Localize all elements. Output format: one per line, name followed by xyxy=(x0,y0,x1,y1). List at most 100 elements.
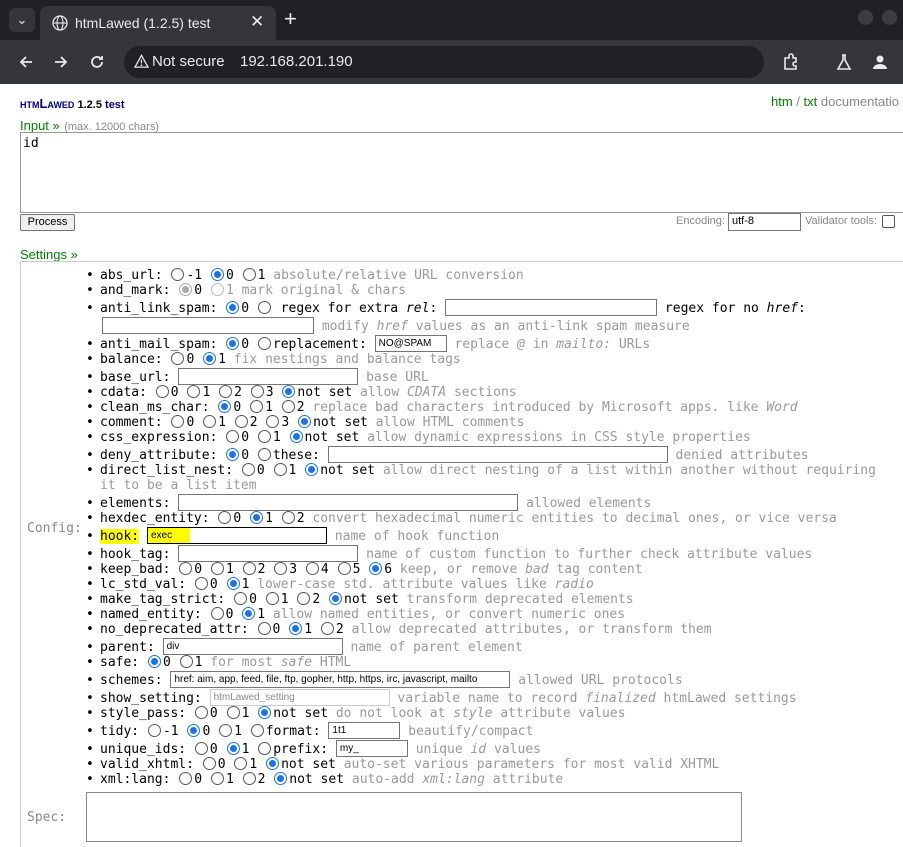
direct-list-nest-radio-1[interactable] xyxy=(273,463,287,476)
warning-icon[interactable] xyxy=(134,54,149,69)
address-bar[interactable]: Not secure 192.168.201.190 xyxy=(124,46,764,78)
hexdec-entity-radio-0[interactable] xyxy=(218,511,232,524)
tab-search-button[interactable]: ⌄ xyxy=(9,8,35,32)
documentation-link[interactable]: documentatio xyxy=(821,94,899,109)
valid-xhtml-radio-1[interactable] xyxy=(234,757,248,770)
browser-tab[interactable]: htmLawed (1.2.5) test ✕ xyxy=(40,6,276,40)
make-tag-strict-radio-1[interactable] xyxy=(265,592,279,605)
no-deprecated-attr-radio-1[interactable] xyxy=(289,622,303,635)
xml-lang-radio-0[interactable] xyxy=(179,772,193,785)
css-expression-radio-notset[interactable] xyxy=(289,430,303,443)
forward-icon[interactable] xyxy=(51,52,71,72)
hook-tag-input[interactable] xyxy=(178,545,359,562)
new-tab-button[interactable]: + xyxy=(284,6,297,32)
htm-link[interactable]: htm xyxy=(771,94,793,109)
no-deprecated-attr-radio-2[interactable] xyxy=(320,622,334,635)
safe-radio-0[interactable] xyxy=(147,655,161,668)
cdata-radio-notset[interactable] xyxy=(282,385,296,398)
unique-ids-radio-prefix[interactable] xyxy=(258,742,272,755)
cdata-radio-2[interactable] xyxy=(219,385,233,398)
anti-mail-spam-radio-0[interactable] xyxy=(226,337,240,350)
direct-list-nest-radio-0[interactable] xyxy=(241,463,255,476)
process-button[interactable]: Process xyxy=(20,214,75,231)
lc-std-val-radio-1[interactable] xyxy=(226,577,240,590)
hook-input[interactable]: exec xyxy=(146,527,327,544)
xml-lang-radio-1[interactable] xyxy=(210,772,224,785)
valid-xhtml-radio-0[interactable] xyxy=(202,757,216,770)
make-tag-strict-radio-notset[interactable] xyxy=(329,592,343,605)
back-icon[interactable] xyxy=(16,52,36,72)
unique-ids-radio-0[interactable] xyxy=(194,742,208,755)
keep-bad-radio-3[interactable] xyxy=(274,562,288,575)
settings-label[interactable]: Settings » xyxy=(20,247,78,262)
anti-link-spam-radio-0[interactable] xyxy=(226,301,240,314)
and-mark-radio-1[interactable] xyxy=(210,283,224,296)
xml-lang-radio-2[interactable] xyxy=(242,772,256,785)
hexdec-entity-radio-2[interactable] xyxy=(281,511,295,524)
tidy-radio-1[interactable] xyxy=(219,724,233,737)
comment-radio-notset[interactable] xyxy=(298,415,312,428)
abs-url-radio-1[interactable] xyxy=(242,268,256,281)
make-tag-strict-radio-2[interactable] xyxy=(297,592,311,605)
css-expression-radio-0[interactable] xyxy=(226,430,240,443)
anti-mail-spam-radio-replacement[interactable] xyxy=(257,337,271,350)
balance-radio-1[interactable] xyxy=(203,352,217,365)
tidy-radio-0[interactable] xyxy=(187,724,201,737)
unique-ids-radio-1[interactable] xyxy=(226,742,240,755)
profile-icon[interactable] xyxy=(870,52,890,72)
schemes-input[interactable]: href: aim, app, feed, file, ftp, gopher,… xyxy=(170,671,511,688)
labs-flask-icon[interactable] xyxy=(834,52,854,72)
safe-radio-1[interactable] xyxy=(179,655,193,668)
close-tab-icon[interactable]: ✕ xyxy=(250,12,264,32)
balance-radio-0[interactable] xyxy=(171,352,185,365)
validator-checkbox[interactable] xyxy=(882,215,895,228)
show-setting-input[interactable]: htmLawed_setting xyxy=(209,689,390,706)
and-mark-radio-0[interactable] xyxy=(179,283,193,296)
style-pass-radio-0[interactable] xyxy=(194,706,208,719)
no-deprecated-attr-radio-0[interactable] xyxy=(257,622,271,635)
clean-ms-char-radio-1[interactable] xyxy=(250,400,264,413)
clean-ms-char-radio-2[interactable] xyxy=(281,400,295,413)
base-url-input[interactable] xyxy=(178,368,359,385)
deny-attribute-radio-0[interactable] xyxy=(226,448,240,461)
maximize-button[interactable] xyxy=(882,10,897,25)
tidy-radio-minus1[interactable] xyxy=(147,724,161,737)
comment-radio-1[interactable] xyxy=(203,415,217,428)
valid-xhtml-radio-notset[interactable] xyxy=(266,757,280,770)
keep-bad-radio-6[interactable] xyxy=(369,562,383,575)
extensions-icon[interactable] xyxy=(781,52,801,72)
cdata-radio-1[interactable] xyxy=(187,385,201,398)
input-label[interactable]: Input » xyxy=(20,118,60,133)
keep-bad-radio-2[interactable] xyxy=(242,562,256,575)
url-text[interactable]: 192.168.201.190 xyxy=(240,53,353,70)
direct-list-nest-radio-notset[interactable] xyxy=(305,463,319,476)
cdata-radio-3[interactable] xyxy=(250,385,264,398)
lc-std-val-radio-0[interactable] xyxy=(194,577,208,590)
named-entity-radio-0[interactable] xyxy=(210,607,224,620)
comment-radio-0[interactable] xyxy=(171,415,185,428)
deny-attribute-input[interactable] xyxy=(327,446,668,463)
spec-textarea[interactable] xyxy=(86,792,742,842)
clean-ms-char-radio-0[interactable] xyxy=(218,400,232,413)
css-expression-radio-1[interactable] xyxy=(257,430,271,443)
txt-link[interactable]: txt xyxy=(804,94,818,109)
comment-radio-2[interactable] xyxy=(234,415,248,428)
keep-bad-radio-5[interactable] xyxy=(337,562,351,575)
xml-lang-radio-notset[interactable] xyxy=(274,772,288,785)
parent-input[interactable]: div xyxy=(162,638,343,655)
comment-radio-3[interactable] xyxy=(266,415,280,428)
style-pass-radio-1[interactable] xyxy=(226,706,240,719)
reload-icon[interactable] xyxy=(87,52,107,72)
tidy-format-input[interactable]: 1t1 xyxy=(328,722,401,739)
named-entity-radio-1[interactable] xyxy=(242,607,256,620)
no-href-regex-input[interactable] xyxy=(102,317,314,334)
input-textarea[interactable]: id xyxy=(20,132,903,213)
encoding-input[interactable]: utf-8 xyxy=(728,213,801,231)
elements-input[interactable] xyxy=(178,494,519,511)
cdata-radio-0[interactable] xyxy=(155,385,169,398)
mail-replacement-input[interactable]: NO@SPAM xyxy=(374,335,447,352)
anti-link-spam-radio-regex[interactable] xyxy=(257,301,271,314)
deny-attribute-radio-these[interactable] xyxy=(257,448,271,461)
minimize-button[interactable] xyxy=(858,10,873,25)
hexdec-entity-radio-1[interactable] xyxy=(250,511,264,524)
